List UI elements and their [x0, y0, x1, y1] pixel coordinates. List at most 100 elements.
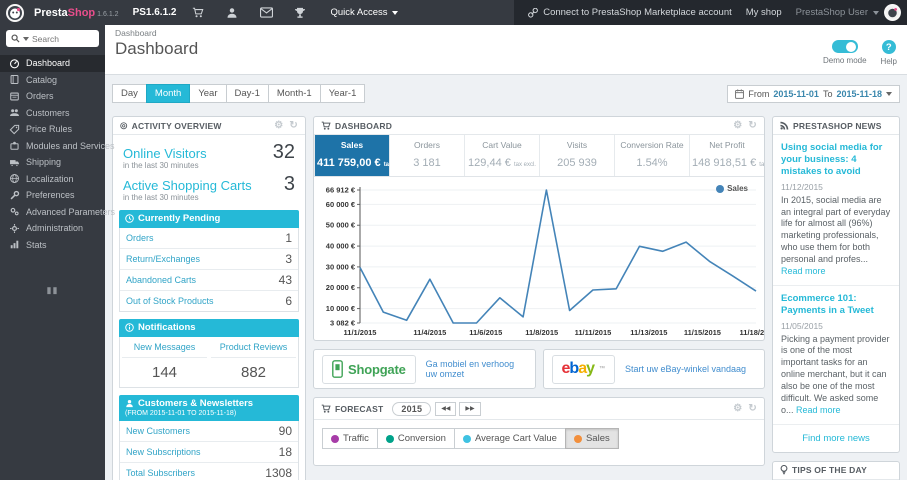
customers-row[interactable]: New Subscriptions 18 — [120, 442, 298, 464]
kpi-tab[interactable]: Net Profit 148 918,51 € tax excl. — [689, 135, 764, 176]
period-filter-button[interactable]: Day — [112, 84, 147, 103]
period-filter-button[interactable]: Day-1 — [225, 84, 269, 103]
panel-refresh-icon[interactable]: ↻ — [748, 120, 757, 131]
news-list: Using social media for your business: 4 … — [773, 135, 899, 425]
trophy-icon[interactable] — [288, 7, 312, 19]
panel-title: PRESTASHOP NEWS — [793, 120, 882, 131]
news-item: Ecommerce 101: Payments in a Tweet 11/05… — [773, 286, 899, 425]
period-filter-button[interactable]: Month — [145, 84, 191, 103]
customers-row[interactable]: Total Subscribers 1308 — [120, 463, 298, 480]
cart-icon — [321, 404, 331, 414]
envelope-icon[interactable] — [254, 7, 278, 18]
cart-icon[interactable] — [186, 7, 210, 19]
shopgate-cta-link[interactable]: Ga mobiel en verhoog uw omzet — [426, 359, 527, 379]
sidebar-item[interactable]: Advanced Parameters — [0, 204, 115, 221]
forecast-metric-button[interactable]: Sales — [564, 428, 619, 449]
sidebar-item[interactable]: Administration — [0, 220, 105, 237]
period-filter-button[interactable]: Year — [189, 84, 227, 103]
sidebar-item[interactable]: Orders — [0, 88, 105, 105]
svg-text:20 000 €: 20 000 € — [326, 283, 356, 292]
pending-rows: Orders 1 Return/Exchanges 3 Abandoned Ca… — [119, 227, 299, 312]
kpi-tab[interactable]: Orders 3 181 — [389, 135, 464, 176]
pending-section-header: Currently Pending — [119, 210, 299, 228]
shopgate-logo: Shopgate — [322, 354, 416, 384]
read-more-link[interactable]: Read more — [781, 266, 826, 276]
customers-row[interactable]: New Customers 90 — [120, 421, 298, 443]
pending-row[interactable]: Out of Stock Products 6 — [120, 291, 298, 311]
truck-icon — [9, 157, 20, 168]
panel-refresh-icon[interactable]: ↻ — [289, 120, 298, 131]
sidebar-item[interactable]: Modules and Services — [0, 138, 115, 155]
customers-rows: New Customers 90 New Subscriptions 18 To… — [119, 421, 299, 480]
svg-text:11/8/2015: 11/8/2015 — [525, 328, 558, 337]
svg-text:11/18/201: 11/18/201 — [740, 328, 764, 337]
page-title: Dashboard — [115, 39, 199, 58]
kpi-row: Sales 411 759,00 € tax excl. Orders 3 18… — [314, 135, 764, 177]
sidebar-item[interactable]: Customers — [0, 105, 105, 122]
panel-title: TIPS OF THE DAY — [792, 465, 867, 476]
forecast-next-button[interactable]: ▶▶ — [459, 401, 481, 416]
news-item: Using social media for your business: 4 … — [773, 135, 899, 286]
kpi-tab[interactable]: Cart Value 129,44 € tax excl. — [464, 135, 539, 176]
sidebar-item[interactable]: Price Rules — [0, 121, 105, 138]
kpi-tab[interactable]: Visits 205 939 — [539, 135, 614, 176]
read-more-link[interactable]: Read more — [796, 405, 841, 415]
sidebar-item[interactable]: Shipping — [0, 154, 105, 171]
sidebar-item[interactable]: Preferences — [0, 187, 105, 204]
forecast-metric-button[interactable]: Traffic — [322, 428, 378, 449]
pending-row[interactable]: Orders 1 — [120, 228, 298, 249]
kpi-tab[interactable]: Conversion Rate 1.54% — [614, 135, 689, 176]
news-title-link[interactable]: Using social media for your business: 4 … — [781, 142, 891, 178]
kpi-tab[interactable]: Sales 411 759,00 € tax excl. — [314, 135, 407, 176]
pending-row[interactable]: Abandoned Carts 43 — [120, 270, 298, 291]
svg-text:11/11/2015: 11/11/2015 — [575, 328, 612, 337]
rss-icon — [780, 121, 789, 130]
svg-text:40 000 €: 40 000 € — [326, 242, 356, 251]
online-visitors-link[interactable]: Online Visitors — [123, 146, 207, 161]
my-shop-link[interactable]: My shop — [746, 7, 782, 18]
marketplace-link[interactable]: Connect to PrestaShop Marketplace accoun… — [528, 7, 732, 18]
pending-row[interactable]: Return/Exchanges 3 — [120, 249, 298, 270]
sidebar-search[interactable] — [6, 30, 99, 47]
search-scope-caret-icon[interactable] — [23, 36, 29, 41]
notification-cell[interactable]: New Messages 144 — [120, 337, 209, 387]
svg-text:50 000 €: 50 000 € — [326, 221, 356, 230]
sidebar-item[interactable]: Catalog — [0, 72, 105, 89]
help-icon[interactable]: ? — [881, 40, 896, 54]
employee-icon[interactable] — [220, 7, 244, 19]
period-filter-button[interactable]: Year-1 — [319, 84, 366, 103]
period-filter-button[interactable]: Month-1 — [267, 84, 321, 103]
legend-dot — [716, 184, 725, 193]
date-range-picker[interactable]: From 2015-11-01 To 2015-11-18 — [727, 84, 900, 103]
ebay-cta-link[interactable]: Start uw eBay-winkel vandaag — [625, 364, 746, 374]
brand-wordmark: PrestaShop 1.6.1.2 — [34, 6, 119, 19]
news-date: 11/12/2015 — [781, 181, 823, 192]
chart-icon — [9, 239, 20, 250]
ebay-module-panel: ebay ™ Start uw eBay-winkel vandaag — [542, 349, 765, 389]
active-carts-link[interactable]: Active Shopping Carts — [123, 178, 252, 193]
news-title-link[interactable]: Ecommerce 101: Payments in a Tweet — [781, 293, 891, 317]
svg-text:60 000 €: 60 000 € — [326, 200, 356, 209]
panel-settings-icon[interactable]: ⚙ — [733, 403, 742, 414]
panel-settings-icon[interactable]: ⚙ — [733, 120, 742, 131]
chevron-down-icon — [391, 10, 398, 15]
sidebar-item[interactable]: Stats — [0, 237, 105, 254]
chevron-down-icon — [873, 10, 879, 15]
panel-title: DASHBOARD — [335, 120, 393, 131]
quick-access-menu[interactable]: Quick Access — [330, 7, 398, 18]
forecast-metric-button[interactable]: Conversion — [376, 428, 455, 449]
sidebar-item[interactable]: Localization — [0, 171, 105, 188]
collapse-menu-button[interactable]: ▮▮ — [0, 285, 105, 296]
search-input[interactable] — [32, 33, 87, 44]
panel-refresh-icon[interactable]: ↻ — [748, 403, 757, 414]
news-date: 11/05/2015 — [781, 320, 823, 331]
forecast-metric-button[interactable]: Average Cart Value — [453, 428, 566, 449]
sidebar-item[interactable]: Dashboard — [0, 55, 105, 72]
forecast-prev-button[interactable]: ◀◀ — [435, 401, 457, 416]
find-more-news-link[interactable]: Find more news — [773, 425, 899, 452]
panel-settings-icon[interactable]: ⚙ — [274, 120, 283, 131]
demo-mode-toggle[interactable] — [831, 40, 858, 53]
notification-cell[interactable]: Product Reviews 882 — [209, 337, 298, 387]
user-menu[interactable]: PrestaShop User — [796, 4, 901, 21]
svg-text:11/6/2015: 11/6/2015 — [469, 328, 502, 337]
